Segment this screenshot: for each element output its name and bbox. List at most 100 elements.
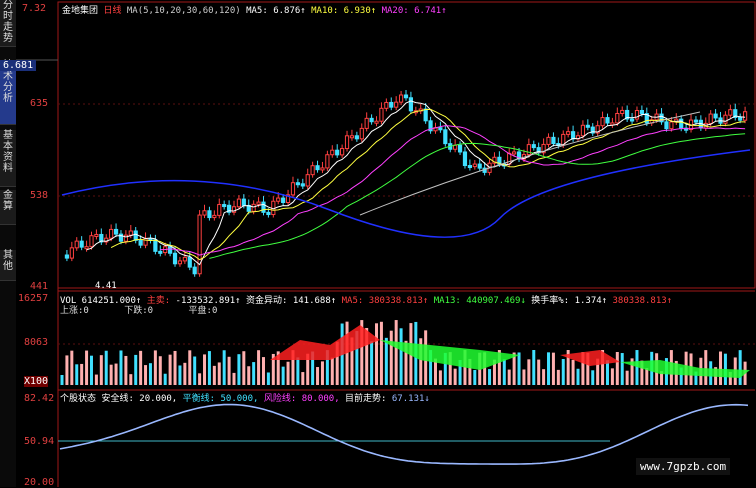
candle <box>79 236 84 251</box>
candle <box>300 178 305 189</box>
watermark: www.7gpzb.com <box>636 458 731 475</box>
candle <box>285 189 291 206</box>
volume-bar <box>281 366 285 385</box>
price-axis-635: 635 <box>30 98 49 109</box>
volume-bar <box>242 351 246 385</box>
volume-bar <box>99 355 103 385</box>
volume-bar <box>252 362 256 385</box>
candle <box>600 111 605 129</box>
candle <box>330 145 335 158</box>
candle <box>723 111 728 127</box>
candle <box>315 160 320 173</box>
volume-bar <box>70 350 74 385</box>
volume-bar <box>571 359 575 385</box>
candle <box>443 125 448 147</box>
volume-bar <box>527 359 531 385</box>
volume-bar <box>620 353 624 385</box>
price-axis-441: 441 <box>30 281 49 292</box>
volume-bar <box>625 370 629 385</box>
volume-bar <box>320 361 324 385</box>
volume-bar <box>384 337 388 385</box>
volume-bar <box>193 356 197 385</box>
volume-bar <box>389 330 393 385</box>
candle <box>182 252 187 264</box>
volume-bar <box>551 352 555 385</box>
volume-bar <box>473 369 477 385</box>
candle <box>374 116 379 127</box>
candle <box>349 129 355 141</box>
candle <box>94 229 99 240</box>
volume-bar <box>129 374 133 385</box>
candle <box>531 140 536 151</box>
candle <box>546 133 551 148</box>
price-axis-top: 7.32 <box>22 3 47 14</box>
volume-bar <box>379 321 383 385</box>
volume-bar <box>296 357 300 385</box>
volume-bar <box>217 362 221 385</box>
volume-bar <box>203 354 207 385</box>
candle <box>310 161 315 178</box>
candle <box>207 206 212 221</box>
volume-bar <box>704 350 708 385</box>
candle <box>688 114 694 133</box>
candle <box>153 234 158 255</box>
candle <box>605 113 610 127</box>
candle <box>84 240 89 252</box>
candle <box>222 200 227 210</box>
candle <box>158 245 163 257</box>
price-current-marker: 6.681 <box>0 60 37 71</box>
candle <box>344 130 350 152</box>
ind-axis-mid: 50.94 <box>24 436 55 447</box>
candle <box>261 196 266 216</box>
fund-flow-value: 141.688↑ <box>292 296 337 306</box>
volume-bar <box>124 355 128 385</box>
candle <box>620 106 625 117</box>
turnover-value: 1.374↑ <box>574 296 608 306</box>
candle <box>536 142 541 156</box>
ma5-value: 6.876↑ <box>273 6 306 16</box>
candle <box>74 237 79 251</box>
trend-value: 67.131↓ <box>391 394 430 404</box>
volume-bar <box>89 355 93 385</box>
volume-bar <box>645 367 649 385</box>
volume-bar <box>301 372 305 385</box>
balance-line-value: 50.000, <box>220 394 259 404</box>
price-header: 金地集团 日线 MA(5,10,20,30,60,120) MA5: 6.876… <box>62 3 447 16</box>
volume-bar <box>502 359 506 385</box>
candle <box>742 106 748 124</box>
ind-axis-bottom: 20.00 <box>24 477 55 488</box>
ma10-value: 6.930↑ <box>343 6 377 16</box>
candle <box>551 132 556 147</box>
candle <box>733 103 738 121</box>
low-price-marker: 4.41 <box>95 281 117 291</box>
volume-bar <box>591 370 595 385</box>
candle <box>585 119 590 131</box>
vol-axis-mid: 8063 <box>24 337 49 348</box>
volume-bar <box>261 357 265 385</box>
volume-bar <box>237 354 241 385</box>
volume-bar <box>542 369 546 385</box>
candle <box>354 131 359 142</box>
candle <box>64 250 70 262</box>
volume-bar <box>207 351 211 385</box>
volume-bar <box>183 362 187 385</box>
period-label: 日线 <box>103 6 122 16</box>
vol-ma-extra: 380338.813↑ <box>612 296 673 306</box>
candle <box>217 198 222 219</box>
volume-bar <box>394 320 398 385</box>
candle <box>428 116 433 134</box>
candle <box>674 113 679 125</box>
volume-bar <box>148 363 152 385</box>
candle <box>113 223 119 238</box>
volume-bar <box>610 368 614 385</box>
candle <box>271 196 276 218</box>
candle <box>335 144 340 158</box>
volume-bar <box>517 352 521 385</box>
candle <box>320 161 325 173</box>
candle <box>384 98 389 112</box>
candle <box>305 168 310 189</box>
volume-bar <box>188 350 192 385</box>
vol-axis-top: 16257 <box>18 293 49 304</box>
volume-bar <box>163 373 167 385</box>
volume-bar <box>158 356 162 385</box>
